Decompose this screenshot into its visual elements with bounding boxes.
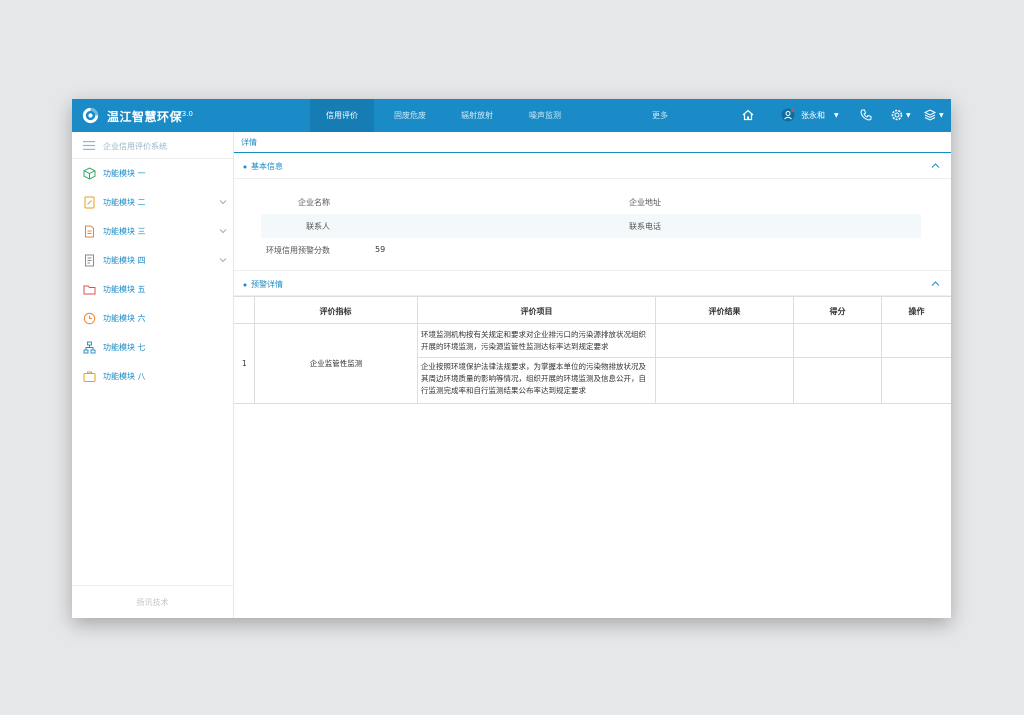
document-list-icon bbox=[85, 254, 94, 267]
sidebar-item-label: 功能模块 三 bbox=[103, 227, 146, 236]
top-navbar: 温江智慧环保 V3.0 信用评价 固废危废 辐射放射 噪声监测 更多 张永和 ▼… bbox=[72, 99, 951, 132]
bullet-icon bbox=[243, 165, 247, 169]
sidebar-item-label: 功能模块 二 bbox=[103, 198, 146, 207]
credit-score-value: 59 bbox=[375, 245, 386, 254]
main-content: 详情 基本信息 企业名称 企业地址 联系人 联系电话 环境信用预警分数 59 预… bbox=[234, 132, 951, 618]
row-index: 1 bbox=[242, 359, 247, 368]
org-chart-icon bbox=[83, 341, 96, 354]
sidebar: 企业信用评价系统 功能模块 一 功能模块 二 功能模块 三 功能模块 四 功能模… bbox=[72, 132, 234, 618]
sidebar-item-module-8[interactable]: 功能模块 八 bbox=[72, 363, 233, 391]
contact-label: 联系人 bbox=[306, 222, 330, 231]
sidebar-item-label: 功能模块 六 bbox=[103, 314, 146, 323]
menu-icon[interactable] bbox=[83, 141, 95, 150]
bullet-icon bbox=[243, 283, 247, 287]
grid-line bbox=[655, 296, 656, 404]
credit-score-label: 环境信用预警分数 bbox=[266, 246, 330, 255]
col-header-score: 得分 bbox=[829, 307, 846, 316]
document-icon bbox=[85, 225, 94, 238]
grid-line bbox=[793, 296, 794, 404]
chevron-up-icon[interactable] bbox=[931, 162, 940, 169]
sidebar-item-module-7[interactable]: 功能模块 七 bbox=[72, 334, 233, 362]
chevron-down-icon[interactable] bbox=[219, 256, 227, 264]
grid-line bbox=[234, 403, 951, 404]
col-header-indicator: 评价指标 bbox=[319, 307, 352, 316]
content-tabbar: 详情 bbox=[234, 132, 951, 153]
col-header-item: 评价项目 bbox=[520, 307, 553, 316]
app-version: V3.0 bbox=[177, 110, 193, 118]
tab-solid-waste[interactable]: 固废危废 bbox=[378, 99, 442, 132]
layers-caret-icon[interactable]: ▼ bbox=[939, 112, 944, 119]
sidebar-header[interactable]: 企业信用评价系统 bbox=[72, 132, 233, 159]
system-name: 企业信用评价系统 bbox=[103, 142, 167, 151]
info-row-company: 企业名称 企业地址 bbox=[261, 190, 921, 214]
cube-icon bbox=[83, 167, 96, 180]
app-window: 温江智慧环保 V3.0 信用评价 固废危废 辐射放射 噪声监测 更多 张永和 ▼… bbox=[72, 99, 951, 618]
tab-detail[interactable]: 详情 bbox=[241, 137, 257, 148]
row-item-text: 环境监测机构按有关规定和要求对企业排污口的污染源排放状况组织开展的环境监测，污染… bbox=[421, 330, 646, 351]
user-caret-icon[interactable]: ▼ bbox=[834, 112, 839, 119]
clock-icon bbox=[83, 312, 96, 325]
sidebar-item-module-4[interactable]: 功能模块 四 bbox=[72, 247, 233, 275]
layers-icon[interactable] bbox=[923, 108, 937, 122]
tab-radiation[interactable]: 辐射放射 bbox=[445, 99, 509, 132]
chevron-down-icon[interactable] bbox=[219, 198, 227, 206]
folder-icon bbox=[83, 285, 96, 295]
chevron-down-icon[interactable] bbox=[219, 227, 227, 235]
phone-label: 联系电话 bbox=[629, 222, 661, 231]
settings-caret-icon[interactable]: ▼ bbox=[906, 112, 911, 119]
info-row-score: 环境信用预警分数 59 bbox=[261, 238, 921, 262]
home-icon[interactable] bbox=[741, 108, 755, 122]
settings-icon[interactable] bbox=[890, 108, 904, 122]
table-header: 评价指标 评价项目 评价结果 得分 操作 bbox=[234, 296, 951, 324]
info-row-contact: 联系人 联系电话 bbox=[261, 214, 921, 238]
sidebar-item-module-3[interactable]: 功能模块 三 bbox=[72, 218, 233, 246]
col-header-result: 评价结果 bbox=[708, 307, 741, 316]
sidebar-item-module-5[interactable]: 功能模块 五 bbox=[72, 276, 233, 304]
warning-details-header[interactable]: 预警详情 bbox=[234, 270, 951, 296]
chevron-up-icon[interactable] bbox=[931, 280, 940, 287]
sidebar-item-label: 功能模块 八 bbox=[103, 372, 146, 381]
document-edit-icon bbox=[84, 196, 95, 209]
company-name-label: 企业名称 bbox=[298, 198, 330, 207]
sidebar-item-module-2[interactable]: 功能模块 二 bbox=[72, 189, 233, 217]
briefcase-icon bbox=[83, 371, 96, 382]
basic-info-header[interactable]: 基本信息 bbox=[234, 153, 951, 179]
sidebar-item-module-6[interactable]: 功能模块 六 bbox=[72, 305, 233, 333]
row-item-text: 企业按照环境保护法律法规要求，为掌握本单位的污染物排放状况及其周边环境质量的影响… bbox=[421, 362, 646, 395]
company-address-label: 企业地址 bbox=[629, 198, 661, 207]
col-header-action: 操作 bbox=[908, 307, 925, 316]
tab-noise-monitoring[interactable]: 噪声监测 bbox=[513, 99, 577, 132]
grid-line bbox=[254, 296, 255, 404]
section-title-warning-details: 预警详情 bbox=[251, 280, 283, 289]
sidebar-item-module-1[interactable]: 功能模块 一 bbox=[72, 160, 233, 188]
sidebar-item-label: 功能模块 四 bbox=[103, 256, 146, 265]
section-title-basic-info: 基本信息 bbox=[251, 162, 283, 171]
user-name[interactable]: 张永和 bbox=[801, 110, 825, 121]
grid-line bbox=[881, 296, 882, 404]
user-icon[interactable] bbox=[781, 108, 795, 122]
grid-line bbox=[417, 296, 418, 404]
row-indicator: 企业监管性监测 bbox=[309, 359, 363, 368]
sidebar-footer: 扬讯技术 bbox=[72, 585, 233, 618]
grid-line bbox=[418, 357, 951, 358]
tab-credit-evaluation[interactable]: 信用评价 bbox=[310, 99, 374, 132]
phone-icon[interactable] bbox=[859, 108, 873, 122]
tab-more[interactable]: 更多 bbox=[628, 99, 692, 132]
sidebar-item-label: 功能模块 一 bbox=[103, 169, 146, 178]
sidebar-item-label: 功能模块 七 bbox=[103, 343, 146, 352]
footer-credit: 扬讯技术 bbox=[136, 598, 169, 607]
sidebar-item-label: 功能模块 五 bbox=[103, 285, 146, 294]
logo-icon bbox=[82, 107, 99, 124]
app-title: 温江智慧环保 bbox=[107, 110, 183, 124]
